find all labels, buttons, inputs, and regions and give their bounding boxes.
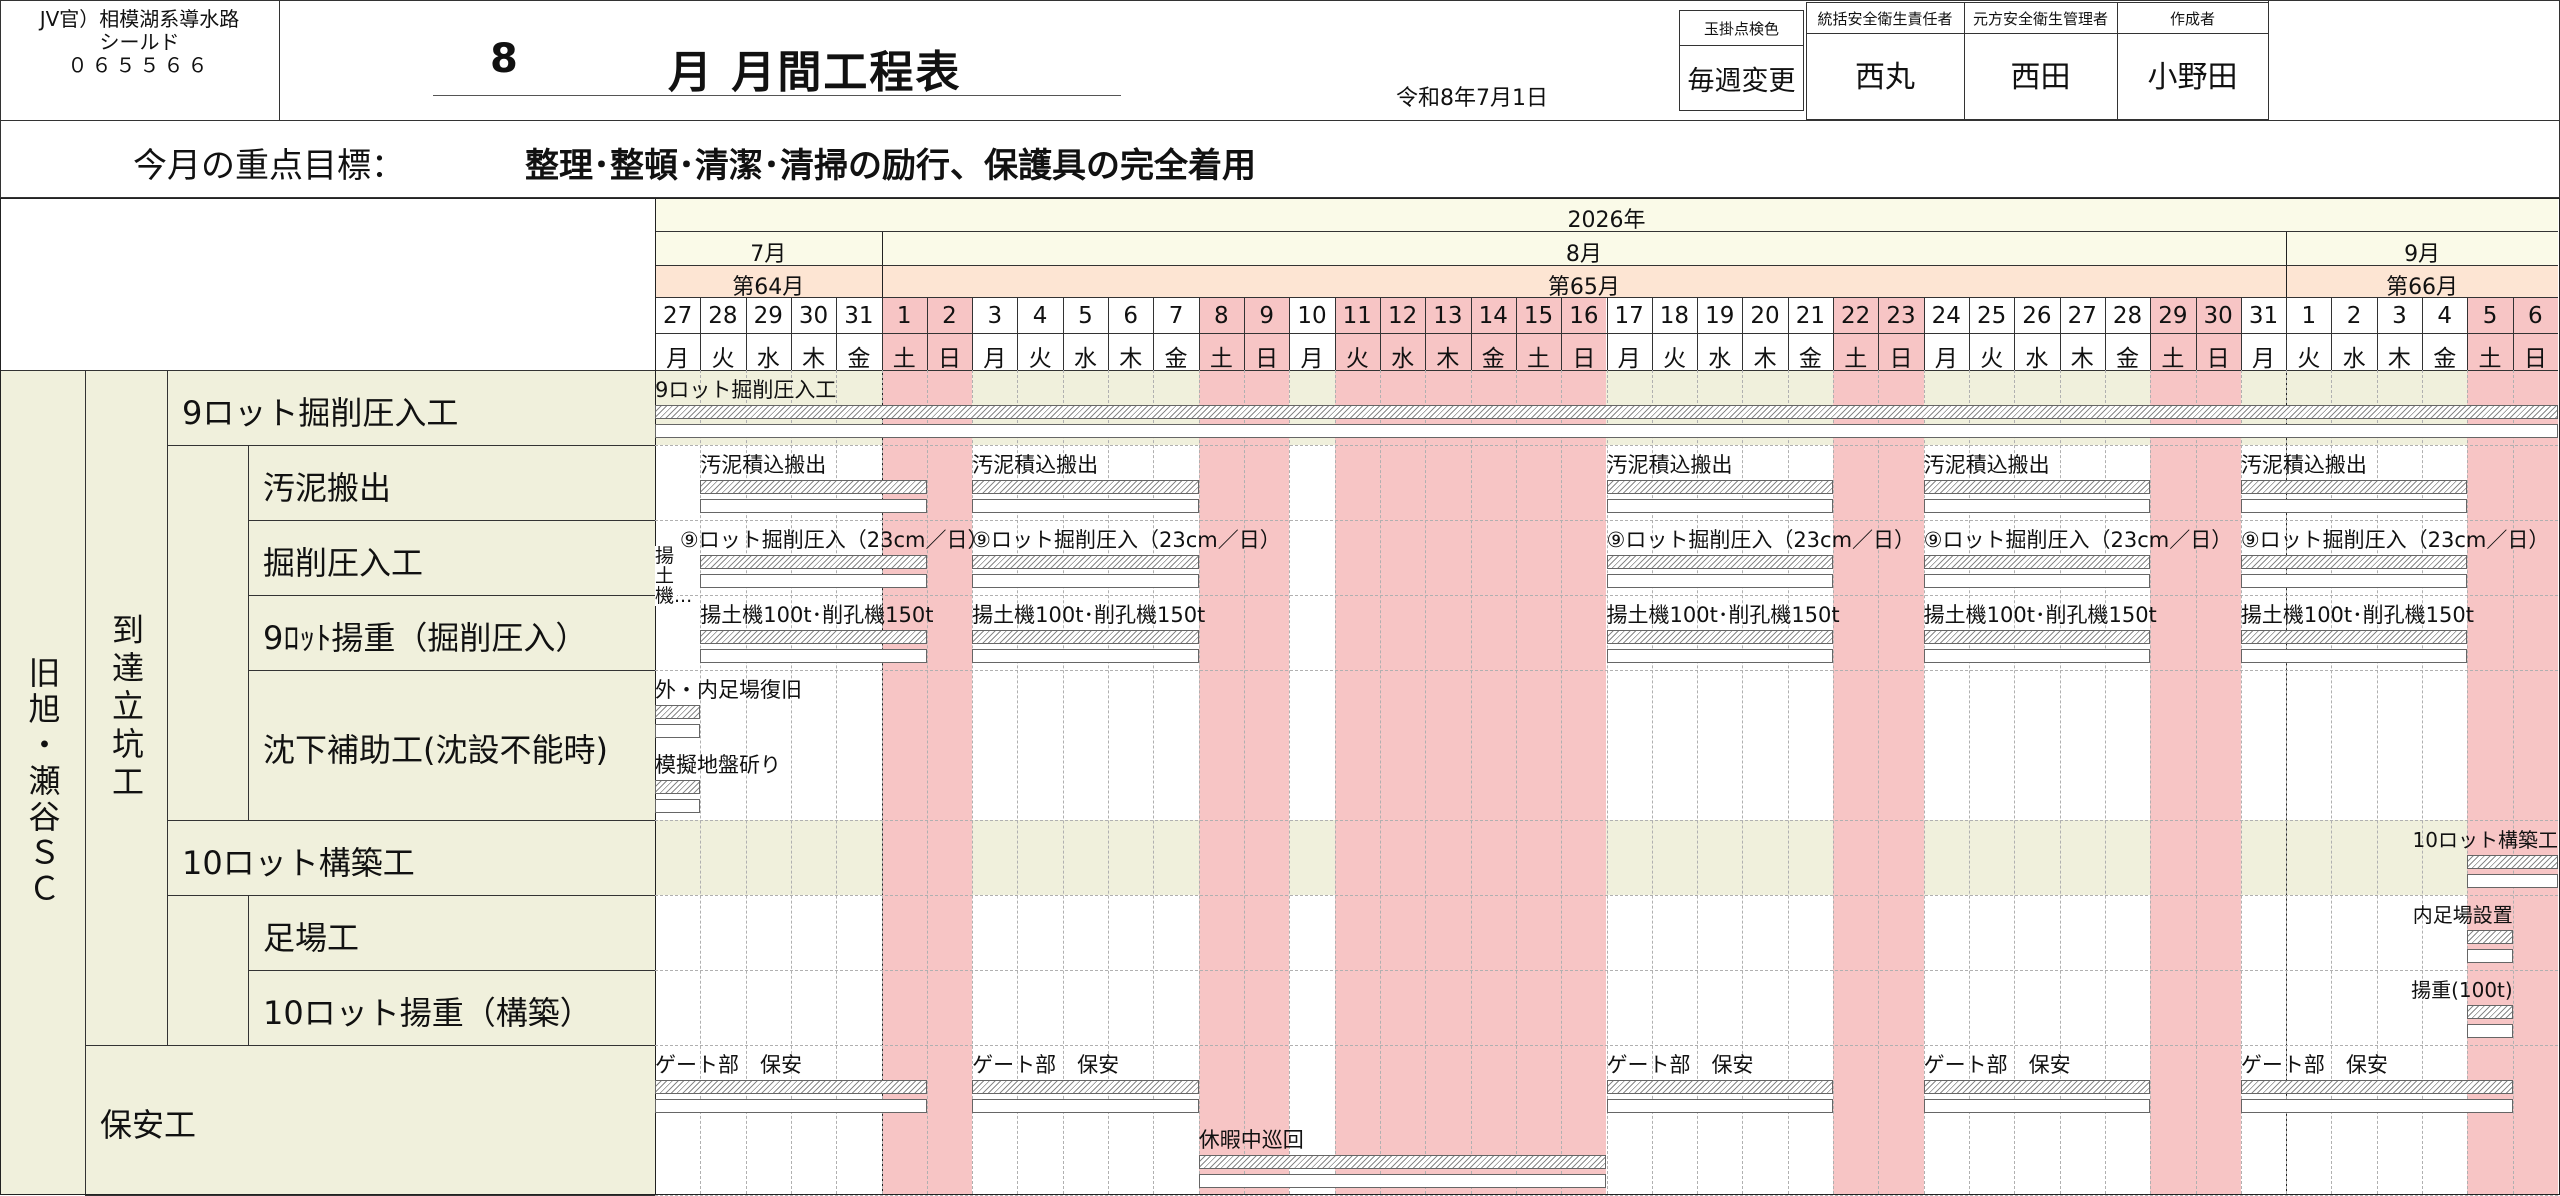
project-line: ０６５５６６: [67, 53, 212, 77]
month-number: 8: [490, 36, 518, 82]
page-title: 月 月間工程表: [668, 47, 962, 98]
role-label: 統括安全衛生責任者: [1817, 9, 1953, 28]
goal-text: 整理･整頓･清潔･清掃の励行、保護具の完全着用: [525, 146, 1256, 186]
schedule-sheet: JV官）相模湖系導水路 シールド ０６５５６６ 8 月 月間工程表 令和8年7月…: [0, 0, 2560, 1196]
approval-divider: [2268, 0, 2269, 121]
role-label: 作成者: [2169, 9, 2215, 28]
issue-date: 令和8年7月1日: [1396, 86, 1548, 111]
inspection-color-value: 毎週変更: [1687, 65, 1796, 97]
inspection-color-box: 玉掛点検色 毎週変更: [1679, 10, 1804, 111]
role-name: 西丸: [1855, 60, 1915, 95]
project-line: JV官）相模湖系導水路: [39, 7, 240, 31]
project-name: JV官）相模湖系導水路 シールド ０６５５６６: [0, 8, 279, 77]
title-underline: [433, 95, 1121, 96]
inspection-color-label: 玉掛点検色: [1680, 11, 1803, 46]
project-line: シールド: [99, 30, 180, 54]
role-label: 元方安全衛生管理者: [1972, 9, 2108, 28]
header-divider: [279, 0, 280, 121]
gantt-frame: [0, 198, 2560, 1195]
goal-label: 今月の重点目標：: [133, 146, 405, 186]
role-name: 西田: [2010, 60, 2071, 95]
role-name: 小野田: [2147, 60, 2238, 95]
